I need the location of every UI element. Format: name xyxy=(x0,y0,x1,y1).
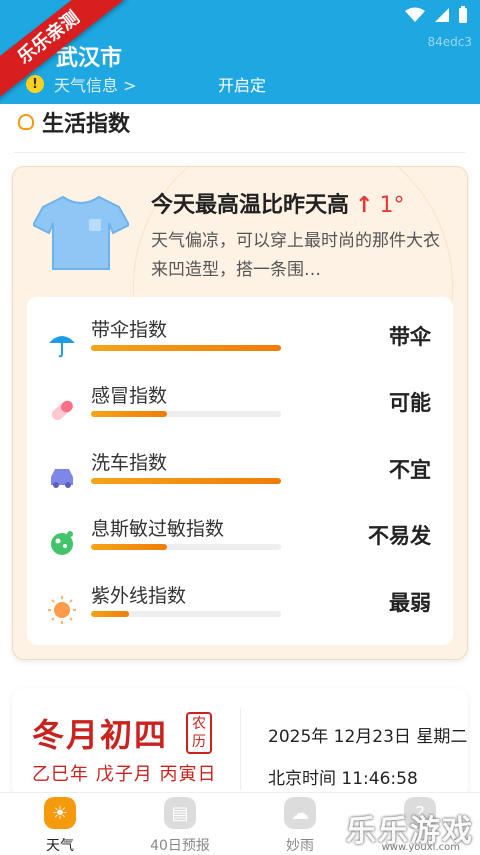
nav-tab-label: 天气 xyxy=(46,838,74,854)
tshirt-icon xyxy=(33,195,129,270)
divider xyxy=(240,708,241,790)
temp-up-arrow: ↑ xyxy=(355,193,374,218)
nav-tab-1[interactable]: ▤ 40日预报 xyxy=(120,797,240,855)
section-title-text: 生活指数 xyxy=(42,112,131,137)
lunar-day: 冬月初四 xyxy=(32,716,169,754)
index-value: 带伞 xyxy=(389,325,431,349)
car-icon xyxy=(47,462,77,492)
pill-icon xyxy=(47,395,77,425)
nav-tab-icon: ▤ xyxy=(164,797,196,829)
weather-info-row[interactable]: ! 天气信息 > xyxy=(26,72,137,96)
status-icons xyxy=(404,6,468,24)
index-level-bar xyxy=(91,345,281,351)
signal-icon xyxy=(435,8,449,22)
lunar-stamp: 农历 xyxy=(186,712,212,754)
clothing-description: 天气偏凉，可以穿上最时尚的那件大衣来凹造型，搭一条围… xyxy=(151,231,440,280)
index-row[interactable]: 洗车指数 不宜 xyxy=(27,438,453,504)
beijing-time: 北京时间 11:46:58 xyxy=(268,769,418,789)
weather-info-link[interactable]: 天气信息 > xyxy=(54,72,137,96)
sun-icon xyxy=(47,595,77,625)
watermark-url: www.youxi.com xyxy=(381,842,460,853)
index-row[interactable]: 息斯敏过敏指数 不易发 xyxy=(27,504,453,570)
index-level-bar xyxy=(91,411,281,418)
section-title: 生活指数 xyxy=(18,106,130,138)
battery-icon xyxy=(459,6,467,23)
index-value: 最弱 xyxy=(389,590,431,615)
nav-tab-0[interactable]: ☀ 天气 xyxy=(0,797,120,855)
index-level-bar xyxy=(91,477,281,484)
nav-tab-2[interactable]: ☁ 妙雨 xyxy=(240,797,360,855)
index-label: 感冒指数 xyxy=(91,385,168,408)
index-row[interactable]: 感冒指数 可能 xyxy=(27,371,453,437)
headline-text: 今天最高温比昨天高 xyxy=(151,193,350,218)
enable-location-button[interactable]: 开启定 xyxy=(218,72,266,96)
index-value: 不宜 xyxy=(389,457,431,482)
index-list: 带伞指数 带伞感冒指数 可能洗车指数 不宜息斯敏过敏指数 不易发紫外线指数 最弱 xyxy=(27,297,453,645)
hex-code: 84edc3 xyxy=(427,35,472,49)
calendar-card[interactable]: 冬月初四 农历 乙巳年 戊子月 丙寅日 2025年 12月23日 星期二 北京时… xyxy=(12,688,468,798)
umbrella-icon xyxy=(47,329,77,359)
wifi-icon xyxy=(405,7,425,22)
temperature-headline: 今天最高温比昨天高 ↑ 1° xyxy=(151,187,404,219)
index-row[interactable]: 带伞指数 带伞 xyxy=(27,305,453,371)
divider xyxy=(14,152,466,153)
nav-tab-icon: ☁ xyxy=(284,797,316,829)
life-index-card: 今天最高温比昨天高 ↑ 1° 天气偏凉，可以穿上最时尚的那件大衣来凹造型，搭一条… xyxy=(12,166,468,660)
index-label: 洗车指数 xyxy=(91,451,168,474)
index-value: 可能 xyxy=(389,391,431,416)
temp-diff: 1° xyxy=(379,193,405,218)
index-level-bar xyxy=(91,610,281,617)
index-label: 带伞指数 xyxy=(91,319,168,341)
index-value: 不易发 xyxy=(368,524,431,549)
index-row[interactable]: 紫外线指数 最弱 xyxy=(27,571,453,637)
allergy-icon xyxy=(47,528,77,558)
index-level-bar xyxy=(91,544,281,551)
warning-icon: ! xyxy=(26,75,44,93)
ganzhi-text: 乙巳年 戊子月 丙寅日 xyxy=(32,764,217,785)
main-content: 生活指数 今天最高温比昨天高 ↑ 1° 天气偏凉，可以穿上最时尚的那件大衣来凹造… xyxy=(0,104,480,798)
index-label: 紫外线指数 xyxy=(91,584,187,607)
nav-tab-label: 妙雨 xyxy=(286,838,314,854)
nav-tab-icon: ☀ xyxy=(44,797,76,829)
tea-cup-icon xyxy=(18,114,34,130)
solar-date: 2025年 12月23日 星期二 xyxy=(268,727,468,747)
nav-tab-label: 40日预报 xyxy=(150,838,210,854)
index-label: 息斯敏过敏指数 xyxy=(91,518,225,541)
